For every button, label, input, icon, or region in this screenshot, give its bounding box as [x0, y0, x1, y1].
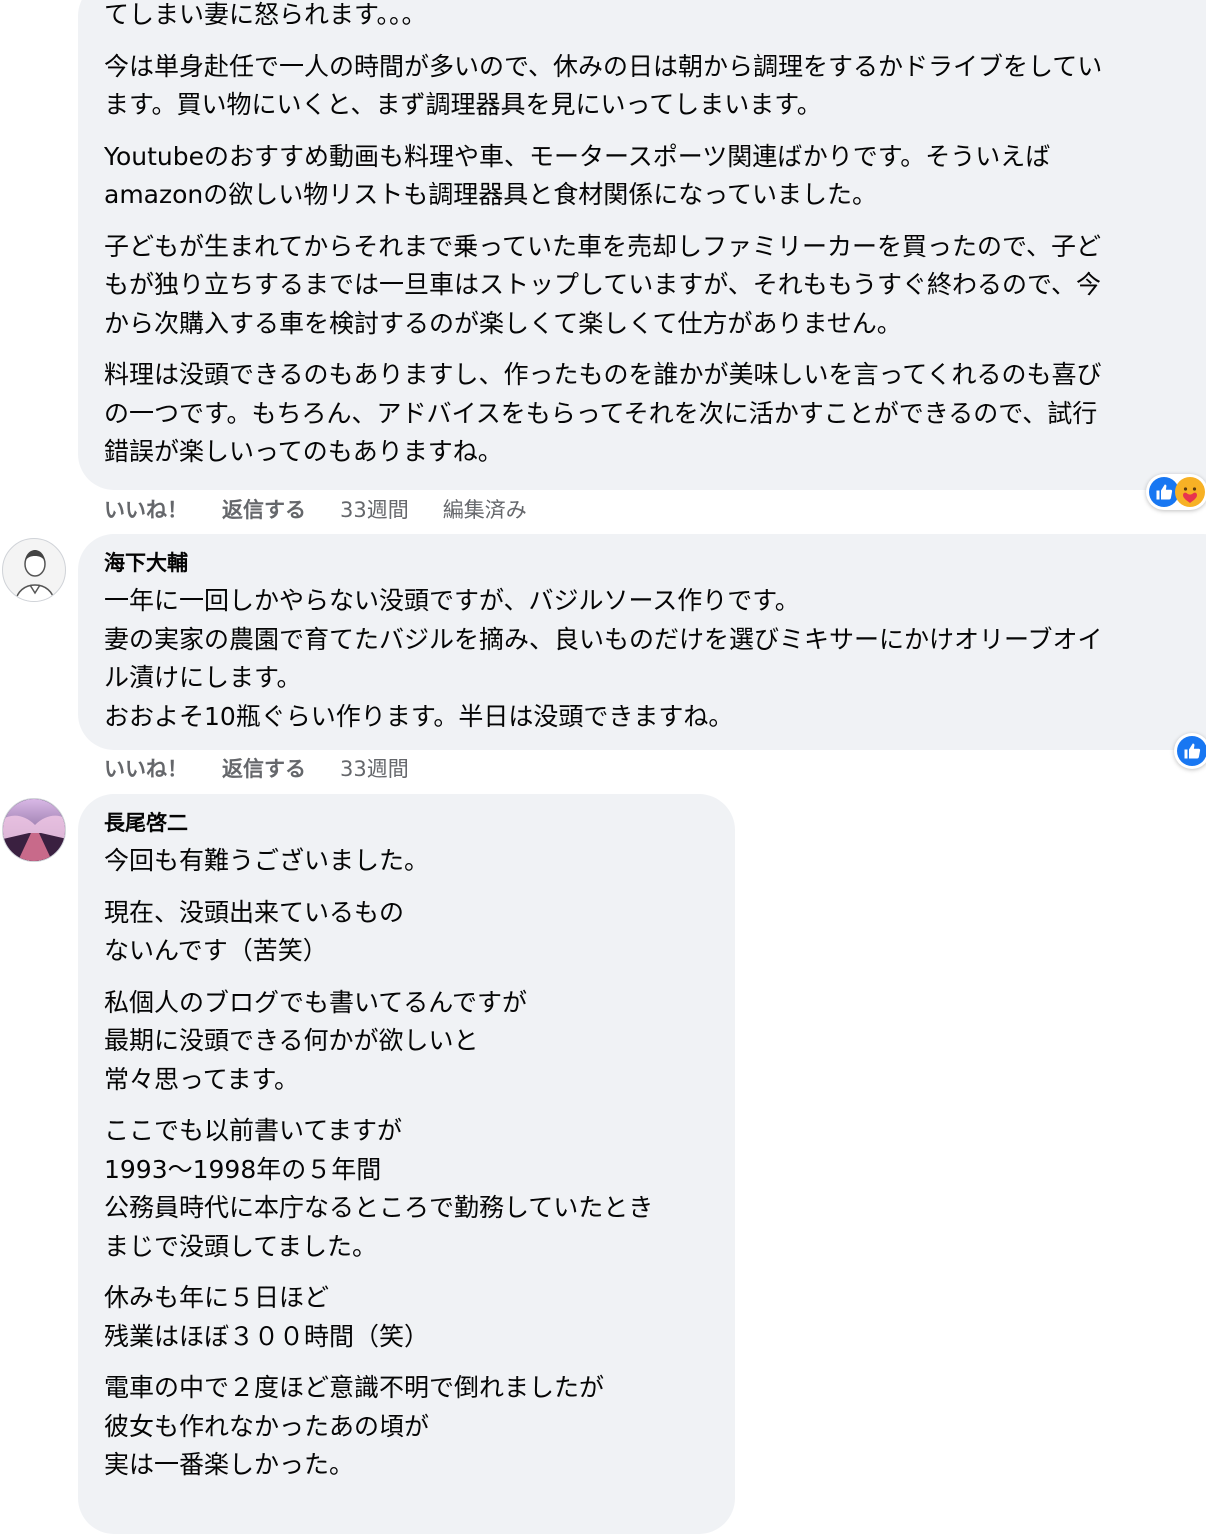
comment-author[interactable]: 海下大輔 [104, 548, 1206, 578]
comment-text-line: 彼女も作れなかったあの頃が [104, 1411, 430, 1441]
comment-text-line: 公務員時代に本庁なるところで勤務していたとき [104, 1193, 654, 1222]
comment-text-line: 今は単身赴任で一人の時間が多いので、休みの日は朝から調理をするかドライブをしてい [104, 51, 1103, 81]
comment-actions: いいね！ 返信する 33週間 編集済み [104, 494, 527, 524]
comment-text-line: 今回も有難うございました。 [104, 846, 430, 875]
comment-text-line: amazonの欲しい物リストも調理器具と食材関係になっていました。 [104, 180, 878, 209]
comment-paragraph: 現在、没頭出来ているもの ないんです（苦笑） [104, 894, 709, 971]
reply-button[interactable]: 返信する [222, 753, 306, 783]
comment-text-line: ます。買い物にいくと、まず調理器具を見にいってしまいます。 [104, 90, 822, 119]
comment-paragraph: 今回も有難うございました。 [104, 842, 709, 881]
like-button[interactable]: いいね！ [104, 494, 188, 524]
care-icon [1175, 477, 1205, 507]
comment-text-line: ないんです（苦笑） [104, 936, 328, 965]
comment-paragraph: 休みも年に５日ほど 残業はほぼ３００時間（笑） [104, 1279, 709, 1356]
comment-paragraph: てしまい妻に怒られます。。。 [104, 0, 1206, 35]
comment-text-line: まじで没頭してました。 [104, 1231, 378, 1261]
comment-paragraph: 私個人のブログでも書いてるんですが 最期に没頭できる何かが欲しいと 常々思ってま… [104, 984, 709, 1100]
comment-text-line: てしまい妻に怒られます。。。 [104, 0, 427, 29]
comment-text-line: 錯誤が楽しいってのもありますね。 [104, 437, 503, 466]
comment-text-line: 妻の実家の農園で育てたバジルを摘み、良いものだけを選びミキサーにかけオリーブオイ [104, 624, 1103, 654]
comment-text-line: ここでも以前書いてますが [104, 1116, 403, 1145]
comment-text-line: 私個人のブログでも書いてるんですが [104, 987, 528, 1017]
like-icon [1177, 736, 1206, 766]
avatar[interactable] [2, 798, 66, 862]
comment-actions: いいね！ 返信する 33週間 [104, 753, 409, 783]
comment-text-line: 休みも年に５日ほど [104, 1283, 330, 1312]
comment-text-line: 料理は没頭できるのもありますし、作ったものを誰かが美味しいを言ってくれるのも喜び [104, 360, 1102, 389]
reply-button[interactable]: 返信する [222, 494, 306, 524]
comment-paragraph: 今は単身赴任で一人の時間が多いので、休みの日は朝から調理をするかドライブをしてい… [104, 48, 1206, 125]
comment-paragraph: 料理は没頭できるのもありますし、作ったものを誰かが美味しいを言ってくれるのも喜び… [104, 356, 1206, 472]
comment-paragraph: Youtubeのおすすめ動画も料理や車、モータースポーツ関連ばかりです。そういえ… [104, 138, 1206, 215]
comment-bubble: 海下大輔 一年に一回しかやらない没頭ですが、バジルソース作りです。 妻の実家の農… [78, 534, 1206, 750]
comment-text-line: ル漬けにします。 [104, 663, 302, 692]
reaction-summary[interactable] [1174, 733, 1206, 769]
comment-text-line: 実は一番楽しかった。 [104, 1450, 355, 1479]
comment-text-line: 現在、没頭出来ているもの [104, 897, 405, 927]
comment-paragraph: 電車の中で２度ほど意識不明で倒れましたが 彼女も作れなかったあの頃が 実は一番楽… [104, 1369, 709, 1485]
like-button[interactable]: いいね！ [104, 753, 188, 783]
avatar[interactable] [2, 538, 66, 602]
comment-bubble: 長尾啓二 今回も有難うございました。 現在、没頭出来ているもの ないんです（苦笑… [78, 794, 735, 1534]
comment-text-line: 1993〜1998年の５年間 [104, 1154, 382, 1184]
comment-paragraph: ここでも以前書いてますが 1993〜1998年の５年間 公務員時代に本庁なるとこ… [104, 1112, 709, 1266]
reaction-summary[interactable] [1146, 474, 1206, 510]
comment-text-line: 最期に没頭できる何かが欲しいと [104, 1026, 479, 1055]
comment-text-line: Youtubeのおすすめ動画も料理や車、モータースポーツ関連ばかりです。そういえ… [104, 141, 1051, 171]
comment-text-line: 残業はほぼ３００時間（笑） [104, 1321, 430, 1351]
comment-text-line: の一つです。もちろん、アドバイスをもらってそれを次に活かすことができるので、試行 [104, 398, 1098, 428]
comment-text-line: 電車の中で２度ほど意識不明で倒れましたが [104, 1373, 605, 1402]
comment-text-line: おおよそ10瓶ぐらい作ります。半日は没頭できますね。 [104, 701, 734, 731]
comment-bubble: てしまい妻に怒られます。。。 今は単身赴任で一人の時間が多いので、休みの日は朝か… [78, 0, 1206, 490]
comment-text-line: もが独り立ちするまでは一旦車はストップしていますが、それももうすぐ終わるので、今 [104, 270, 1102, 299]
comment-paragraph: 子どもが生まれてからそれまで乗っていた車を売却しファミリーカーを買ったので、子ど… [104, 228, 1206, 344]
comment-text-line: 常々思ってます。 [104, 1064, 300, 1094]
comment-text-line: 子どもが生まれてからそれまで乗っていた車を売却しファミリーカーを買ったので、子ど [104, 231, 1102, 261]
edited-label: 編集済み [442, 498, 527, 522]
timestamp[interactable]: 33週間 [340, 494, 409, 524]
timestamp[interactable]: 33週間 [340, 753, 409, 783]
comment-text-line: 一年に一回しかやらない没頭ですが、バジルソース作りです。 [104, 586, 800, 615]
comment-author[interactable]: 長尾啓二 [104, 808, 709, 838]
comment-text-line: から次購入する車を検討するのが楽しくて楽しくて仕方がありません。 [104, 308, 902, 338]
